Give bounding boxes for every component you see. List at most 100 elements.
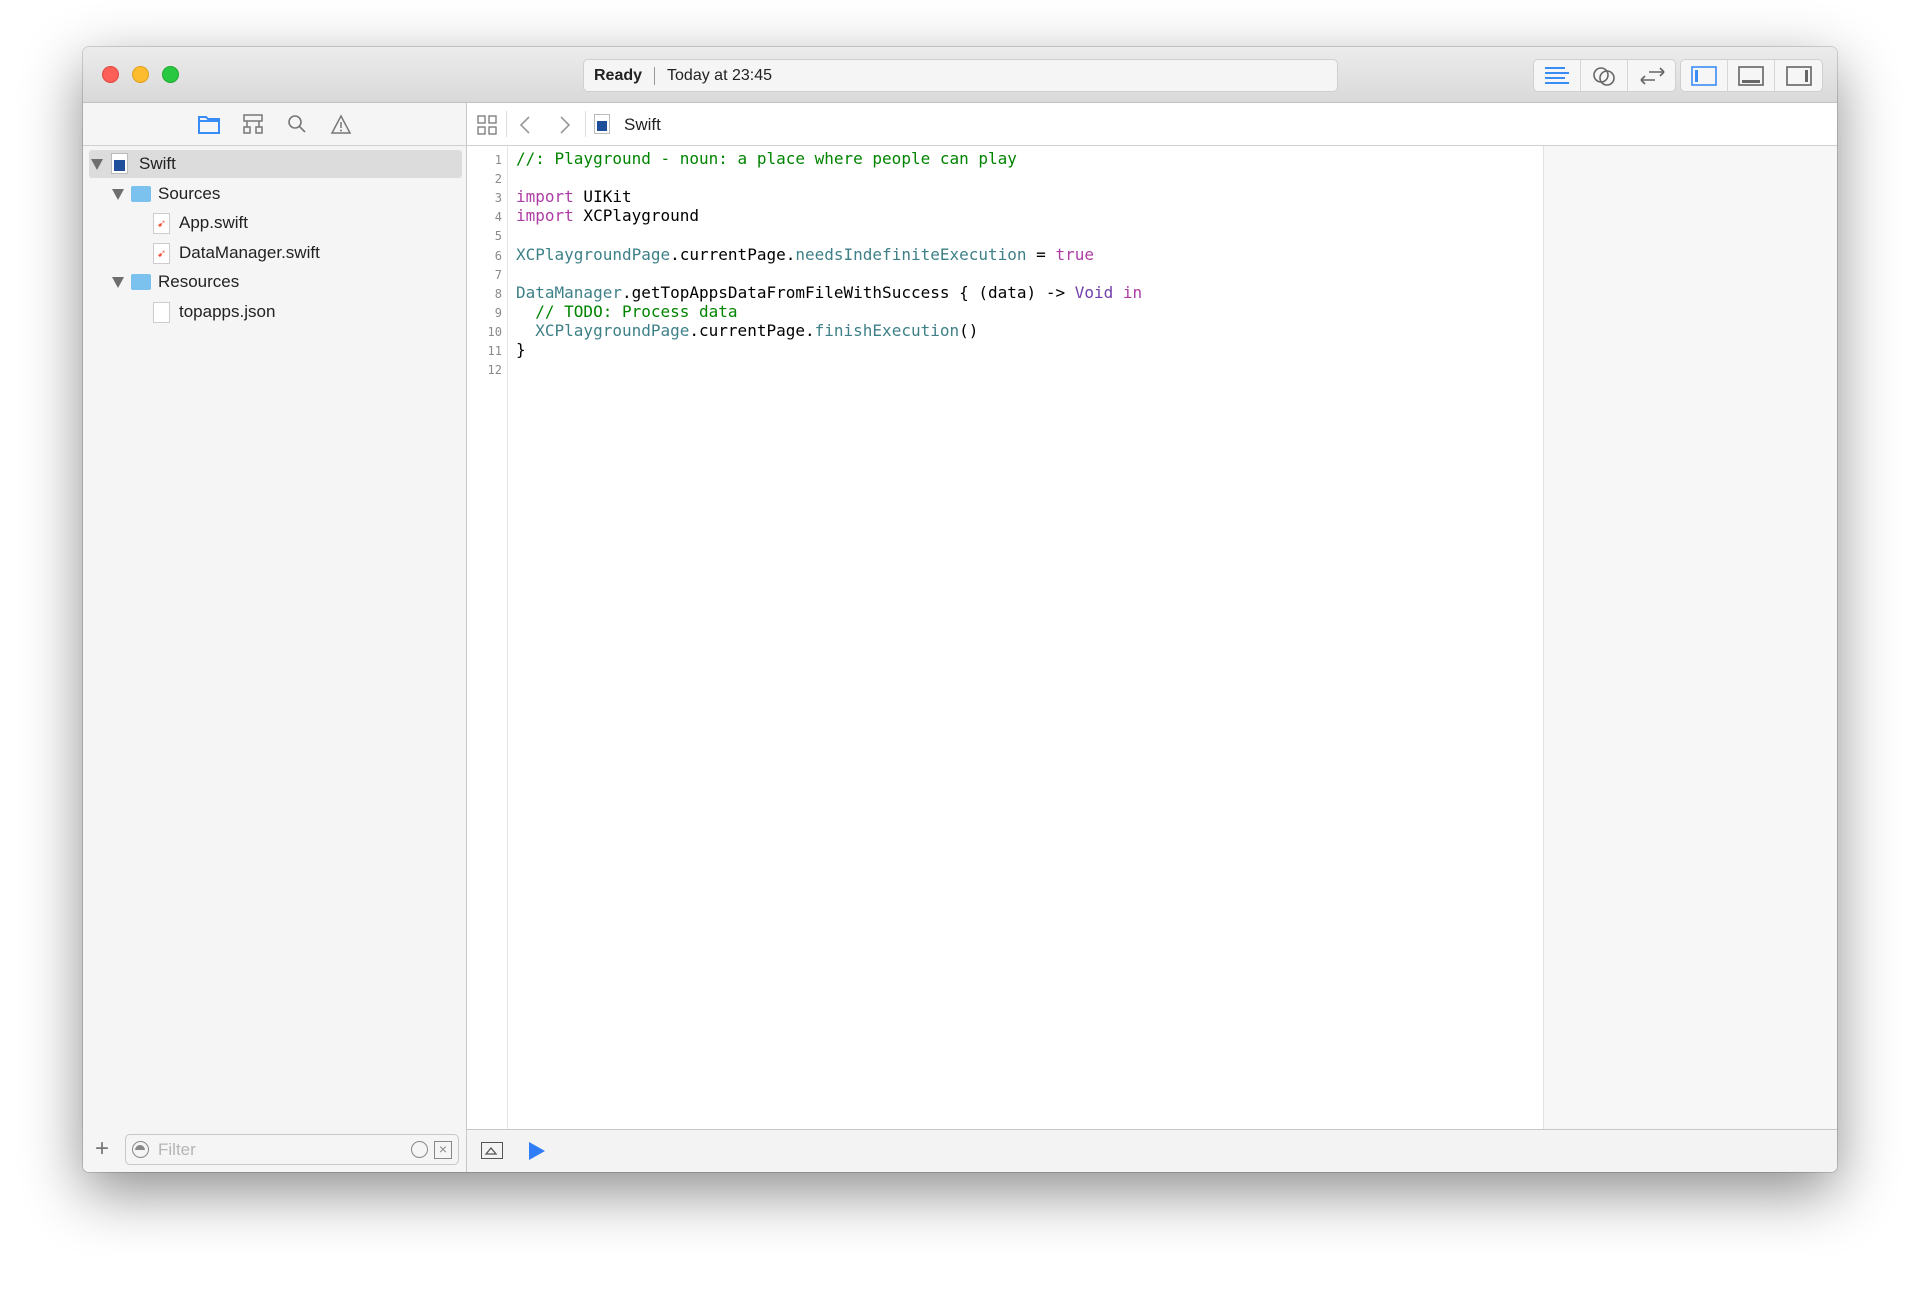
navigator-toggle-icon[interactable] xyxy=(1681,60,1728,91)
zoom-button[interactable] xyxy=(162,66,179,83)
line-number: 1 xyxy=(494,153,502,167)
utilities-toggle-icon[interactable] xyxy=(1775,60,1822,91)
tree-item-topapps-json[interactable]: topapps.json xyxy=(83,298,467,326)
filter-placeholder: Filter xyxy=(158,1140,196,1159)
debug-area-toggle-icon[interactable] xyxy=(1728,60,1775,91)
line-number: 7 xyxy=(494,267,502,282)
status-time: Today at 23:45 xyxy=(667,67,772,84)
code-token: // TODO: Process data xyxy=(516,301,738,321)
code-token: Void xyxy=(1074,282,1114,302)
navigator-footer: + Filter × xyxy=(83,1129,466,1172)
folder-icon xyxy=(131,186,151,202)
symbol-navigator-icon[interactable] xyxy=(240,111,266,137)
line-number: 6 xyxy=(494,248,502,263)
line-number: 10 xyxy=(487,324,502,339)
recent-files-icon[interactable] xyxy=(411,1141,428,1158)
tree-item-label: Sources xyxy=(158,184,221,203)
jump-bar: Swift xyxy=(467,103,1837,146)
related-items-icon[interactable] xyxy=(477,115,497,140)
playground-icon xyxy=(594,114,610,134)
line-number: 11 xyxy=(487,344,502,358)
code-token: UIKit xyxy=(573,187,632,207)
code-line: DataManager.getTopAppsDataFromFileWithSu… xyxy=(516,283,1142,302)
issue-navigator-icon[interactable] xyxy=(328,111,354,137)
navigator-tabs xyxy=(83,103,466,146)
folder-icon xyxy=(131,274,151,290)
tree-item-resources[interactable]: Resources xyxy=(83,268,467,296)
xcode-window: Ready Today at 23:45 Swift Sources ➹ App… xyxy=(83,47,1837,1172)
navigator-sidebar: Swift Sources ➹ App.swift ➹ DataManager.… xyxy=(83,103,467,1172)
minimize-button[interactable] xyxy=(132,66,149,83)
code-token: .currentPage. xyxy=(670,244,796,264)
tree-item-datamanager-swift[interactable]: ➹ DataManager.swift xyxy=(83,239,467,267)
line-number: 3 xyxy=(494,191,502,206)
project-navigator-icon[interactable] xyxy=(196,111,222,137)
add-icon[interactable]: + xyxy=(95,1137,109,1161)
code-token: } xyxy=(516,340,526,359)
editor-mode-segment xyxy=(1533,59,1676,92)
code-line: // TODO: Process data xyxy=(516,301,738,321)
jump-bar-title[interactable]: Swift xyxy=(624,115,661,135)
show-debug-area-icon[interactable] xyxy=(481,1142,503,1159)
tree-item-label: Resources xyxy=(158,272,240,291)
code-token: true xyxy=(1055,244,1094,264)
tree-item-label: Swift xyxy=(139,154,176,173)
code-token: finishExecution xyxy=(814,320,960,340)
panel-toggle-segment xyxy=(1680,59,1823,92)
line-number: 8 xyxy=(494,286,502,301)
code-token: needsIndefiniteExecution xyxy=(795,244,1027,264)
code-token: XCPlaygroundPage xyxy=(516,244,671,264)
code-line: XCPlaygroundPage.currentPage.finishExecu… xyxy=(516,321,978,340)
code-line: XCPlaygroundPage.currentPage.needsIndefi… xyxy=(516,245,1094,264)
results-sidebar xyxy=(1543,146,1837,1129)
line-number: 12 xyxy=(487,363,502,378)
code-token: .getTopAppsDataFromFileWithSuccess { (da… xyxy=(621,282,1075,302)
code-line: import UIKit xyxy=(516,187,632,206)
run-playground-icon[interactable] xyxy=(528,1141,546,1166)
code-token: XCPlayground xyxy=(573,206,700,226)
forward-icon[interactable] xyxy=(559,115,571,140)
code-token: //: Playground - noun: a place where peo… xyxy=(516,149,1017,168)
disclosure-triangle-icon[interactable] xyxy=(112,277,124,288)
activity-status: Ready Today at 23:45 xyxy=(583,59,1338,92)
line-number: 9 xyxy=(494,305,502,320)
assistant-editor-icon[interactable] xyxy=(1581,60,1628,91)
filter-scope-icon[interactable] xyxy=(132,1141,149,1158)
code-token: import xyxy=(516,187,574,207)
code-line: } xyxy=(516,340,526,359)
code-token: () xyxy=(959,320,979,340)
swift-file-icon: ➹ xyxy=(153,213,170,234)
code-token: in xyxy=(1122,282,1143,302)
line-number: 4 xyxy=(494,210,502,225)
code-token: .currentPage. xyxy=(689,320,815,340)
line-number-gutter: 1 2 3 4 5 6 7 8 9 10 11 12 xyxy=(467,146,508,1129)
code-token: = xyxy=(1026,244,1056,264)
tree-item-app-swift[interactable]: ➹ App.swift xyxy=(83,209,467,237)
scm-filter-icon[interactable]: × xyxy=(434,1141,452,1159)
title-bar: Ready Today at 23:45 xyxy=(83,47,1837,103)
filter-input[interactable]: Filter × xyxy=(125,1134,459,1165)
code-token: DataManager xyxy=(516,282,622,302)
tree-item-label: topapps.json xyxy=(179,302,276,321)
disclosure-triangle-icon[interactable] xyxy=(91,159,103,170)
tree-item-sources[interactable]: Sources xyxy=(83,180,467,208)
code-token: XCPlaygroundPage xyxy=(535,320,690,340)
find-navigator-icon[interactable] xyxy=(284,111,310,137)
disclosure-triangle-icon[interactable] xyxy=(112,189,124,200)
version-editor-icon[interactable] xyxy=(1628,60,1675,91)
line-number: 5 xyxy=(494,229,502,244)
code-line: import XCPlayground xyxy=(516,206,699,225)
swift-file-icon: ➹ xyxy=(153,243,170,264)
back-icon[interactable] xyxy=(519,115,531,140)
file-icon xyxy=(153,302,170,323)
debug-bar xyxy=(467,1129,1837,1172)
line-number: 2 xyxy=(494,172,502,187)
tree-item-swift[interactable]: Swift xyxy=(89,150,462,178)
close-button[interactable] xyxy=(102,66,119,83)
code-line: //: Playground - noun: a place where peo… xyxy=(516,149,1017,168)
standard-editor-icon[interactable] xyxy=(1534,60,1581,91)
tree-item-label: App.swift xyxy=(179,213,248,232)
code-token: import xyxy=(516,206,574,226)
